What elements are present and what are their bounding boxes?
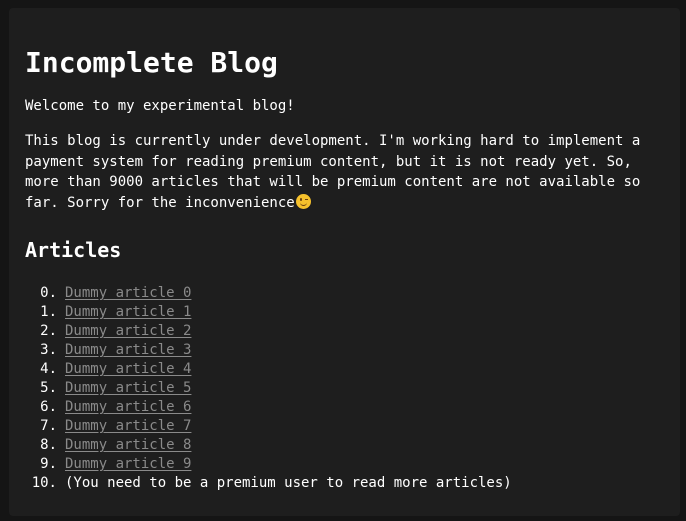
blog-container: Incomplete Blog Welcome to my experiment…: [9, 8, 680, 516]
articles-heading: Articles: [25, 238, 122, 262]
article-link-5[interactable]: Dummy article 5: [65, 380, 191, 396]
list-item: 8. Dummy article 8: [25, 436, 512, 455]
list-item-number: 0.: [40, 285, 57, 301]
article-link-1[interactable]: Dummy article 1: [65, 304, 191, 320]
list-item-number: 7.: [40, 418, 57, 434]
article-link-7[interactable]: Dummy article 7: [65, 418, 191, 434]
list-item-number: 10.: [31, 475, 57, 491]
list-item: 7. Dummy article 7: [25, 417, 512, 436]
list-item: 2. Dummy article 2: [25, 322, 512, 341]
list-item-number: 3.: [40, 342, 57, 358]
list-item: 9. Dummy article 9: [25, 455, 512, 474]
premium-note-item: 10. (You need to be a premium user to rea…: [25, 474, 512, 493]
list-item-number: 2.: [40, 323, 57, 339]
article-list: 0. Dummy article 0 1. Dummy article 1 2. Du…: [25, 284, 512, 493]
article-link-4[interactable]: Dummy article 4: [65, 361, 191, 377]
list-item-number: 9.: [40, 456, 57, 472]
article-link-3[interactable]: Dummy article 3: [65, 342, 191, 358]
page-title: Incomplete Blog: [25, 46, 278, 79]
list-item: 3. Dummy article 3: [25, 341, 512, 360]
list-item-number: 1.: [40, 304, 57, 320]
list-item-number: 5.: [40, 380, 57, 396]
list-item-number: 6.: [40, 399, 57, 415]
list-item: 1. Dummy article 1: [25, 303, 512, 322]
intro-paragraph: This blog is currently under development…: [25, 131, 665, 213]
list-item: 0. Dummy article 0: [25, 284, 512, 303]
list-item-number: 8.: [40, 437, 57, 453]
article-link-0[interactable]: Dummy article 0: [65, 285, 191, 301]
welcome-text: Welcome to my experimental blog!: [25, 98, 295, 114]
article-link-2[interactable]: Dummy article 2: [65, 323, 191, 339]
article-link-9[interactable]: Dummy article 9: [65, 456, 191, 472]
premium-note: (You need to be a premium user to read m…: [65, 475, 512, 491]
list-item: 5. Dummy article 5: [25, 379, 512, 398]
list-item: 6. Dummy article 6: [25, 398, 512, 417]
winking-face-icon: [295, 193, 311, 209]
intro-description: This blog is currently under development…: [25, 133, 641, 211]
article-link-8[interactable]: Dummy article 8: [65, 437, 191, 453]
article-link-6[interactable]: Dummy article 6: [65, 399, 191, 415]
list-item: 4. Dummy article 4: [25, 360, 512, 379]
list-item-number: 4.: [40, 361, 57, 377]
